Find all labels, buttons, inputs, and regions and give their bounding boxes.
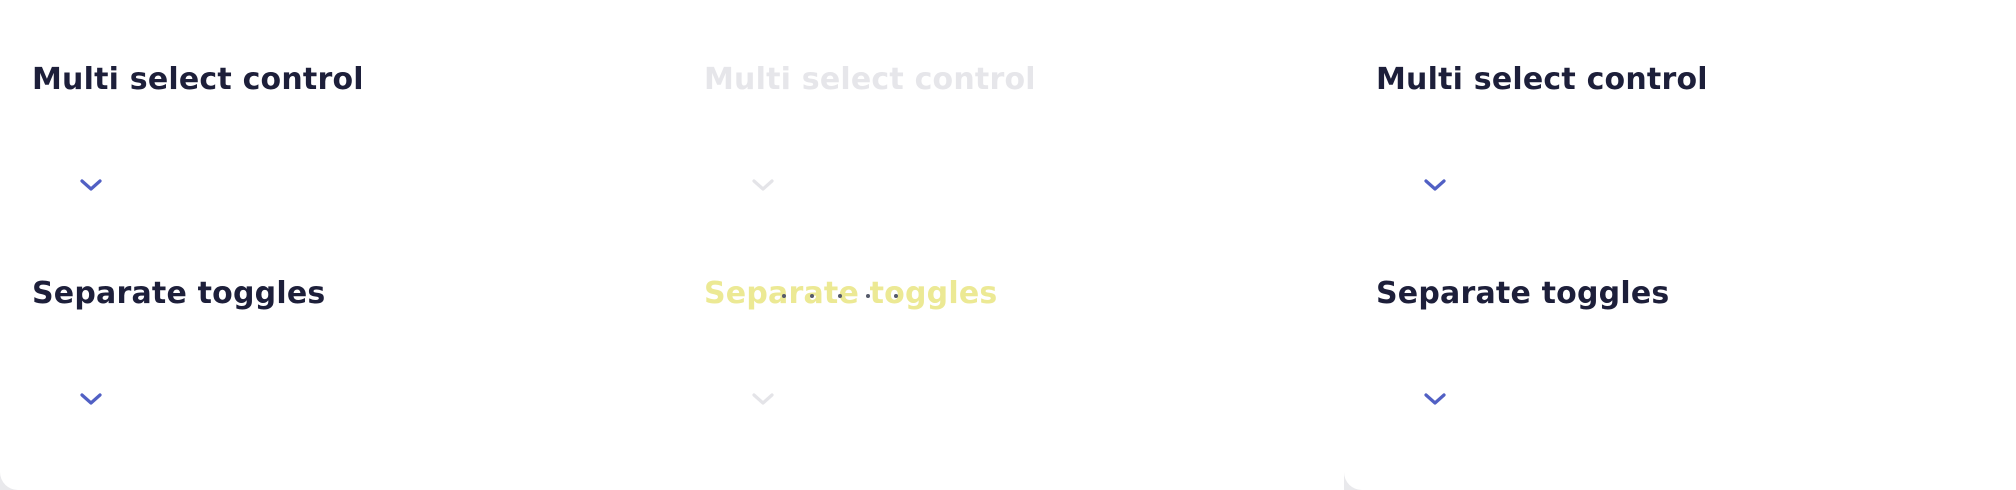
section-title: Separate toggles xyxy=(1376,276,1670,311)
chevron-down-icon xyxy=(80,393,102,405)
section-title: Multi select control xyxy=(32,62,364,97)
artifact-dot xyxy=(782,294,786,298)
multi-select-dropdown-toggle[interactable] xyxy=(746,172,780,198)
multi-select-section: Multi select control xyxy=(704,60,1036,191)
artifact-dot xyxy=(810,294,814,298)
chevron-down-icon xyxy=(80,179,102,191)
artifact-dot xyxy=(894,294,898,298)
section-title: Multi select control xyxy=(1376,62,1708,97)
multi-select-dropdown-toggle[interactable] xyxy=(1418,172,1452,198)
render-artifact-dots xyxy=(782,294,898,298)
separate-toggles-dropdown-toggle[interactable] xyxy=(746,386,780,412)
separate-toggles-section: Separate toggles xyxy=(1376,274,1670,405)
artifact-dot xyxy=(866,294,870,298)
separate-toggles-section: Separate toggles xyxy=(32,274,326,405)
multi-select-dropdown-toggle[interactable] xyxy=(74,172,108,198)
chevron-down-icon xyxy=(1424,393,1446,405)
separate-toggles-dropdown-toggle[interactable] xyxy=(74,386,108,412)
chevron-down-icon xyxy=(1424,179,1446,191)
separate-toggles-section: Separate toggles xyxy=(704,274,997,405)
separate-toggles-dropdown-toggle[interactable] xyxy=(1418,386,1452,412)
section-title: Multi select control xyxy=(704,62,1036,97)
panel-right: Multi select control Separate toggles xyxy=(1344,0,2016,490)
chevron-down-icon xyxy=(752,179,774,191)
panel-left: Multi select control Separate toggles xyxy=(0,0,672,490)
stage: Multi select control Separate toggles Mu… xyxy=(0,0,2016,490)
panel-middle: Multi select control Separate toggles xyxy=(672,0,1344,490)
section-title: Separate toggles xyxy=(32,276,326,311)
chevron-down-icon xyxy=(752,393,774,405)
multi-select-section: Multi select control xyxy=(1376,60,1708,191)
artifact-dot xyxy=(838,294,842,298)
multi-select-section: Multi select control xyxy=(32,60,364,191)
